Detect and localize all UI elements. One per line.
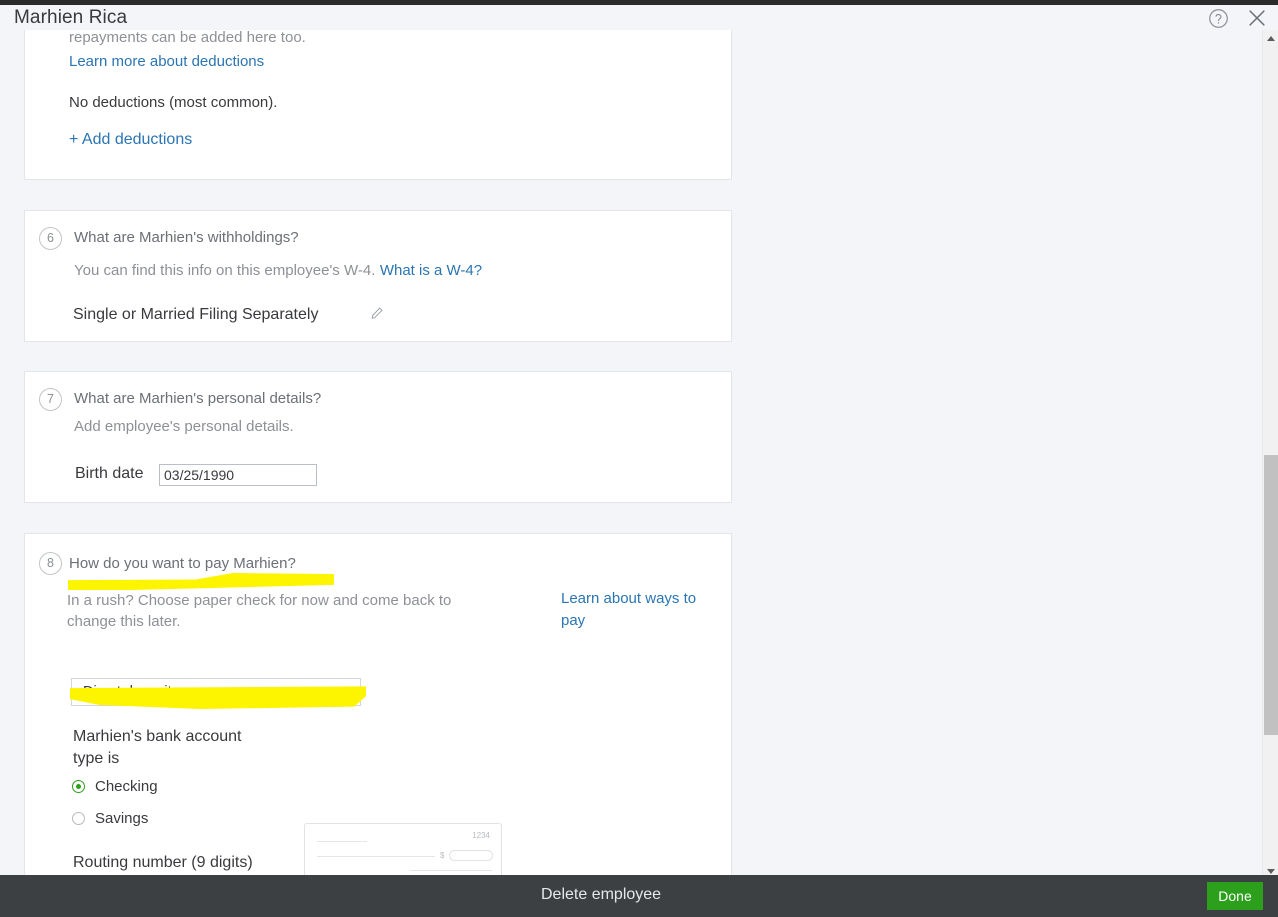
scrollbar-thumb[interactable] xyxy=(1264,455,1278,735)
withholdings-step-number: 6 xyxy=(39,227,62,250)
check-line-memo xyxy=(410,870,492,871)
vertical-scrollbar[interactable] xyxy=(1262,30,1278,879)
form-scroll-viewport: Deductions may include healthcare or ret… xyxy=(0,30,1262,879)
withholdings-question: What are Marhien's withholdings? xyxy=(74,229,299,246)
radio-savings-icon[interactable] xyxy=(72,812,85,825)
footer-bar: Delete employee Done xyxy=(0,875,1278,917)
account-type-label-line1: Marhien's bank account xyxy=(73,728,242,745)
routing-number-label: Routing number (9 digits) xyxy=(73,854,253,871)
radio-checking-icon[interactable] xyxy=(72,780,85,793)
learn-ways-to-pay-link-line1[interactable]: Learn about ways to xyxy=(561,590,696,607)
check-dollar-sign: $ xyxy=(440,851,445,860)
check-line-payee-short xyxy=(317,841,367,842)
check-illustration: 1234 $ ⑈000000186⑈ 000000529⑈ 1234 xyxy=(304,823,502,879)
what-is-w4-link[interactable]: What is a W-4? xyxy=(380,262,482,279)
radio-savings-label: Savings xyxy=(95,810,149,827)
check-number-label: 1234 xyxy=(472,831,490,840)
learn-ways-to-pay-link-line2[interactable]: pay xyxy=(561,612,585,629)
payment-question: How do you want to pay Marhien? xyxy=(69,555,296,572)
personal-details-question: What are Marhien's personal details? xyxy=(74,390,322,407)
deductions-status-text: No deductions (most common). xyxy=(69,94,278,111)
check-amount-box xyxy=(449,850,493,861)
done-button[interactable]: Done xyxy=(1207,882,1263,910)
delete-employee-button[interactable]: Delete employee xyxy=(541,886,661,904)
payment-method-dropdown[interactable]: Direct deposit xyxy=(71,678,361,706)
payment-card: 8 How do you want to pay Marhien? In a r… xyxy=(24,533,732,879)
withholdings-subtext: You can find this info on this employee'… xyxy=(74,262,376,279)
page-title: Marhien Rica xyxy=(14,7,128,28)
payment-step-number: 8 xyxy=(39,552,62,575)
chevron-down-icon xyxy=(344,690,352,695)
personal-details-card: 7 What are Marhien's personal details? A… xyxy=(24,371,732,503)
payment-subtext-line1: In a rush? Choose paper check for now an… xyxy=(67,592,452,609)
withholdings-subtext-row: You can find this info on this employee'… xyxy=(74,262,482,280)
birth-date-input[interactable] xyxy=(159,464,317,486)
check-line-payee-long xyxy=(317,856,435,857)
account-type-label-line2: type is xyxy=(73,750,120,767)
add-deductions-link[interactable]: + Add deductions xyxy=(69,131,192,149)
learn-more-deductions-link[interactable]: Learn more about deductions xyxy=(69,53,264,70)
account-type-option-savings[interactable]: Savings xyxy=(72,810,148,827)
radio-checking-label: Checking xyxy=(95,778,158,795)
scrollbar-up-arrow[interactable] xyxy=(1263,30,1278,46)
withholdings-card: 6 What are Marhien's withholdings? You c… xyxy=(24,210,732,342)
payment-method-value: Direct deposit xyxy=(83,684,172,700)
pencil-icon[interactable] xyxy=(370,306,384,325)
deductions-card: Deductions may include healthcare or ret… xyxy=(24,30,732,180)
birth-date-label: Birth date xyxy=(75,465,144,482)
account-type-option-checking[interactable]: Checking xyxy=(72,778,158,795)
payment-subtext-line2: change this later. xyxy=(67,613,181,630)
deductions-paragraph-line2: repayments can be added here too. xyxy=(69,30,306,46)
personal-details-subtext: Add employee's personal details. xyxy=(74,418,294,435)
withholdings-value: Single or Married Filing Separately xyxy=(73,306,319,323)
personal-details-step-number: 7 xyxy=(39,388,62,411)
